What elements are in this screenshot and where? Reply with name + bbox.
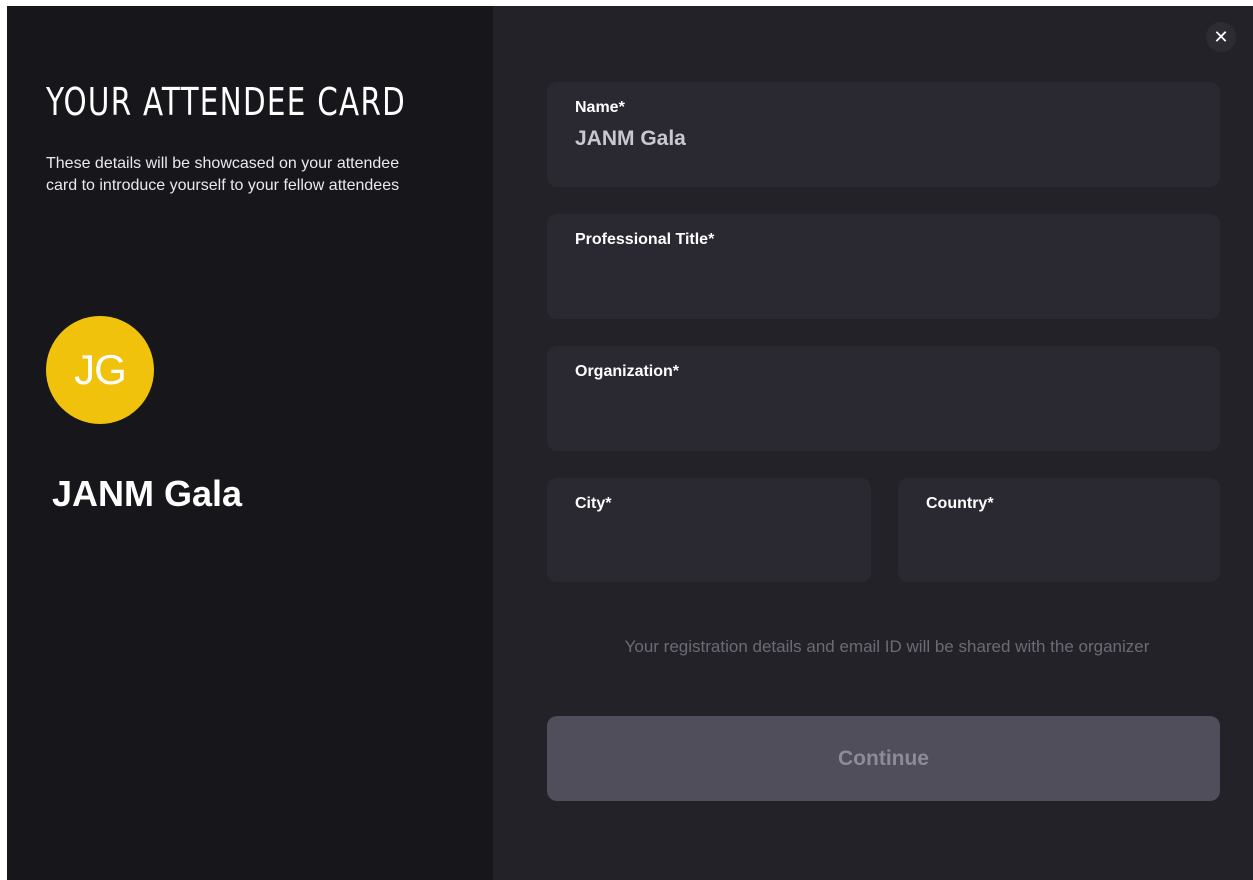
continue-button[interactable]: Continue: [547, 716, 1220, 801]
professional-title-label: Professional Title*: [575, 231, 715, 248]
city-input[interactable]: [575, 522, 843, 548]
city-field[interactable]: City*: [547, 478, 871, 582]
country-input[interactable]: [926, 522, 1192, 548]
professional-title-input[interactable]: [575, 258, 1192, 284]
city-label: City*: [575, 495, 612, 512]
name-field[interactable]: Name*: [547, 82, 1220, 187]
close-icon: ✕: [1213, 26, 1229, 47]
name-input[interactable]: [575, 126, 1192, 152]
name-label: Name*: [575, 99, 625, 116]
organization-input[interactable]: [575, 390, 1192, 416]
attendee-form-panel: ✕ Name* Professional Title* Organization…: [493, 6, 1253, 880]
professional-title-field[interactable]: Professional Title*: [547, 214, 1220, 319]
organization-field[interactable]: Organization*: [547, 346, 1220, 451]
attendee-card-preview: YOUR ATTENDEE CARD These details will be…: [7, 6, 493, 880]
display-name: JANM Gala: [52, 473, 243, 514]
avatar-initials: JG: [74, 346, 127, 393]
country-field[interactable]: Country*: [898, 478, 1220, 582]
close-button[interactable]: ✕: [1206, 22, 1236, 52]
attendee-card-modal: YOUR ATTENDEE CARD These details will be…: [7, 6, 1253, 880]
privacy-notice: Your registration details and email ID w…: [624, 637, 1150, 656]
country-label: Country*: [926, 495, 994, 512]
avatar: JG: [46, 316, 154, 424]
card-heading: YOUR ATTENDEE CARD: [46, 80, 407, 124]
organization-label: Organization*: [575, 363, 680, 380]
card-description: These details will be showcased on your …: [46, 155, 400, 194]
